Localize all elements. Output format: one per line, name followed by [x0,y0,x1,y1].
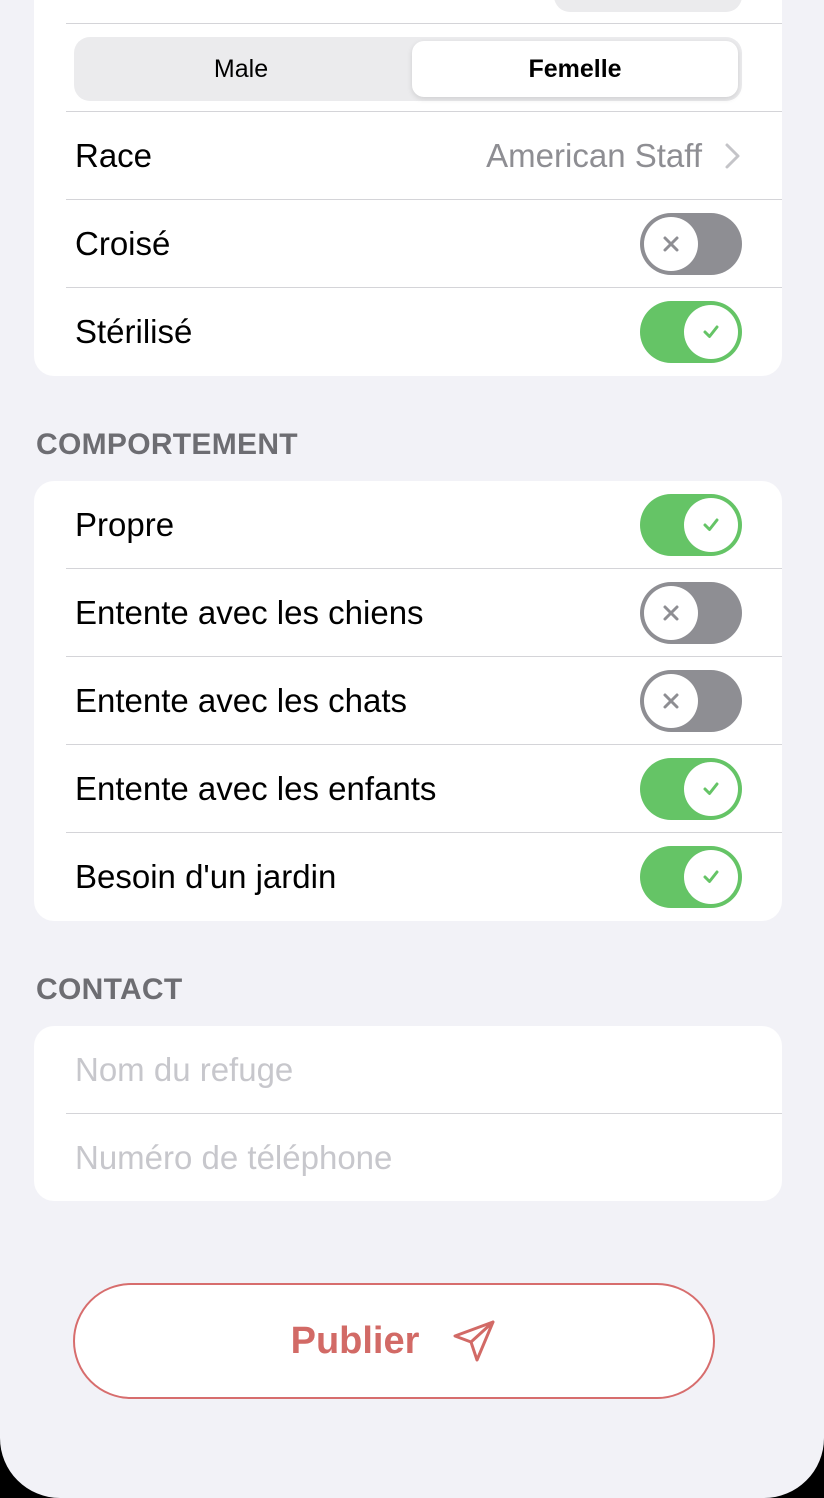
behavior-row-dogs: Entente avec les chiens [34,569,782,657]
behavior-label: Propre [75,506,175,543]
toggle-knob [684,762,738,816]
sterilized-label: Stérilisé [75,313,193,350]
contact-card [34,1026,782,1202]
gender-row: Male Femelle [34,23,782,111]
behavior-card: Propre Entente avec les chiens Entente a… [34,481,782,921]
breed-row[interactable]: Race American Staff [34,112,782,200]
sterilized-row: Stérilisé [34,288,782,376]
gender-option-female[interactable]: Femelle [412,41,738,97]
check-icon [703,782,719,795]
cats-toggle[interactable] [640,670,742,732]
crossbreed-toggle[interactable] [640,213,742,275]
check-icon [703,870,719,883]
x-icon [663,236,679,252]
children-toggle[interactable] [640,758,742,820]
x-icon [663,693,679,709]
gender-segmented-control: Male Femelle [74,37,742,101]
toggle-knob [684,850,738,904]
phone-row [34,1114,782,1202]
behavior-label: Entente avec les chiens [75,594,424,631]
chevron-right-icon [725,143,740,169]
animal-info-card: Male Femelle Race American Staff Croisé … [34,0,782,376]
toggle-knob [684,498,738,552]
behavior-row-children: Entente avec les enfants [34,745,782,833]
toggle-knob [684,305,738,359]
behavior-label: Besoin d'un jardin [75,858,337,895]
shelter-name-input[interactable] [75,1026,735,1114]
publish-label: Publier [290,1319,420,1362]
phone-number-input[interactable] [75,1114,735,1202]
crossbreed-row: Croisé [34,200,782,288]
shelter-name-row [34,1026,782,1114]
sterilized-toggle[interactable] [640,301,742,363]
gender-option-male[interactable]: Male [74,37,408,101]
behavior-label: Entente avec les enfants [75,770,437,807]
toggle-knob [644,674,698,728]
x-icon [663,605,679,621]
behavior-section-title: COMPORTEMENT [36,428,298,461]
crossbreed-label: Croisé [75,225,171,262]
behavior-row-garden: Besoin d'un jardin [34,833,782,921]
breed-label: Race [75,137,153,174]
contact-section-title: CONTACT [36,973,183,1006]
garden-toggle[interactable] [640,846,742,908]
toggle-knob [644,586,698,640]
paper-plane-icon [453,1320,495,1362]
screen: Male Femelle Race American Staff Croisé … [0,0,824,1498]
clean-toggle[interactable] [640,494,742,556]
toggle-knob [644,217,698,271]
dogs-toggle[interactable] [640,582,742,644]
breed-value: American Staff [486,137,702,174]
check-icon [703,325,719,338]
previous-field-control[interactable] [554,0,742,12]
behavior-row-cats: Entente avec les chats [34,657,782,745]
check-icon [703,518,719,531]
behavior-row-clean: Propre [34,481,782,569]
publish-button[interactable]: Publier [73,1283,715,1399]
behavior-label: Entente avec les chats [75,682,408,719]
